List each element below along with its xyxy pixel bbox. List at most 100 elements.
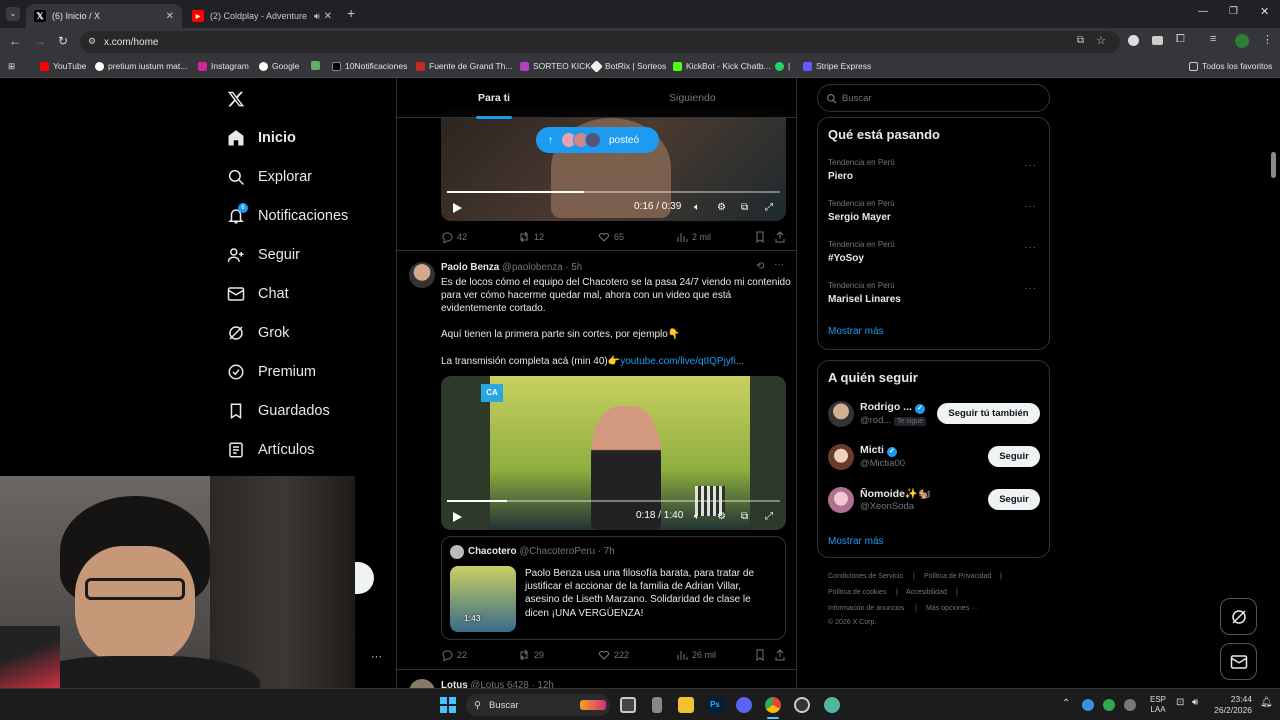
bookmark-star-icon[interactable]: ☆ [1096, 34, 1106, 47]
taskbar-clock[interactable]: 23:44 26/2/2026 [1212, 694, 1252, 716]
play-icon[interactable] [451, 202, 463, 214]
tray-icon[interactable] [1124, 699, 1136, 711]
account-more-icon[interactable]: ··· [371, 651, 382, 663]
extension-icon[interactable] [1128, 35, 1139, 46]
avatar[interactable] [409, 262, 435, 288]
like-button[interactable]: 222 [598, 649, 629, 661]
settings-gear-icon[interactable]: ⚙ [717, 511, 729, 523]
share-button[interactable] [774, 649, 790, 661]
video-progress[interactable] [447, 500, 780, 502]
nav-seguir[interactable]: Seguir [226, 238, 300, 272]
pip-icon[interactable]: ⧉ [741, 202, 753, 214]
views-button[interactable]: 2 mil [676, 231, 711, 243]
follow-back-button[interactable]: Seguir tú también [937, 403, 1040, 424]
bookmark-10notificaciones[interactable]: 10Notificaciones [332, 61, 407, 71]
volume-icon[interactable]: 🔊︎ [1192, 697, 1198, 708]
language-indicator[interactable]: ESP LAA [1150, 695, 1166, 715]
like-button[interactable]: 65 [598, 231, 624, 243]
footer-link[interactable]: Condiciones de Servicio [828, 573, 903, 580]
post-button[interactable] [355, 562, 374, 594]
reply-button[interactable]: 42 [441, 231, 467, 243]
bookmark-sorteo-kick[interactable]: SORTEO KICK [520, 61, 591, 71]
footer-link[interactable]: Información de anuncios [828, 605, 904, 612]
nav-explorar[interactable]: Explorar [226, 160, 312, 194]
trend-item[interactable]: #YoSoy [828, 253, 864, 264]
views-button[interactable]: 26 mil [676, 649, 716, 661]
tab-para-ti[interactable]: Para ti [476, 92, 512, 119]
follow-suggestion[interactable]: Ñomoide✨🐿️ @XeonSoda Seguir [828, 485, 1040, 521]
discord-icon[interactable] [736, 697, 752, 713]
trend-item[interactable]: Marisel Linares [828, 294, 901, 305]
trend-item[interactable]: Piero [828, 171, 853, 182]
chrome-icon[interactable] [765, 697, 781, 713]
address-bar[interactable]: ⚙ x.com/home ⧉ ☆ [80, 31, 1120, 53]
post2-video[interactable]: CA 0:18 / 1:40 🔈︎ ⚙ ⧉ ⤢ [441, 376, 786, 530]
new-posts-pill[interactable]: ↑ posteó [536, 127, 659, 153]
footer-link[interactable]: Accesibilidad [906, 589, 947, 596]
follow-suggestion[interactable]: Micti ✓ @Mictia00 Seguir [828, 442, 1040, 478]
more-options-icon[interactable]: ··· [1024, 242, 1037, 253]
close-tab-icon[interactable]: ✕ [166, 11, 174, 22]
bookmark-unnamed[interactable] [311, 61, 324, 70]
more-options-icon[interactable]: ··· [774, 259, 784, 270]
trend-item[interactable]: Sergio Mayer [828, 212, 891, 223]
author-name[interactable]: Paolo Benza [441, 262, 499, 273]
show-more-link[interactable]: Mostrar más [828, 326, 884, 337]
nav-articulos[interactable]: Artículos [226, 433, 314, 467]
footer-link[interactable]: Política de cookies [828, 589, 886, 596]
footer-link[interactable]: Más opciones ··· [926, 605, 978, 612]
share-button[interactable] [774, 231, 790, 243]
quote-tweet[interactable]: Chacotero @ChacoteroPeru · 7h 1:43 Paolo… [441, 536, 786, 640]
bookmark-kickbot[interactable]: KickBot - Kick Chatb... [673, 61, 771, 71]
windows-start-icon[interactable] [440, 697, 456, 713]
file-explorer-icon[interactable] [678, 697, 694, 713]
fullscreen-icon[interactable]: ⤢ [765, 202, 777, 214]
follow-button[interactable]: Seguir [988, 489, 1040, 510]
taskbar-search[interactable]: ⚲ Buscar [466, 694, 610, 716]
extension-icon[interactable] [1152, 36, 1163, 45]
bookmark-google[interactable]: Google [259, 61, 299, 71]
settings-gear-icon[interactable]: ⚙ [717, 202, 729, 214]
maximize-button[interactable]: ❐ [1229, 6, 1238, 17]
footer-link[interactable]: Política de Privacidad [924, 573, 991, 580]
tab-siguiendo[interactable]: Siguiendo [669, 92, 716, 104]
volume-icon[interactable]: 🔈︎ [694, 511, 706, 523]
bookmark-whatsapp[interactable]: | [775, 61, 790, 71]
close-window-button[interactable]: ✕ [1260, 5, 1269, 18]
grok-floating-button[interactable] [1220, 598, 1257, 635]
show-more-link[interactable]: Mostrar más [828, 536, 884, 547]
bookmark-button[interactable] [754, 649, 770, 661]
nav-premium[interactable]: Premium [226, 355, 316, 389]
tray-chevron-icon[interactable]: ⌃ [1062, 698, 1070, 709]
scrollbar[interactable] [1271, 152, 1276, 178]
nav-notificaciones[interactable]: Notificaciones 6 [226, 199, 348, 233]
nav-grok[interactable]: Grok [226, 316, 289, 350]
volume-icon[interactable]: 🔈︎ [694, 202, 706, 214]
pip-icon[interactable]: ⧉ [741, 511, 753, 523]
author-handle[interactable]: @paolobenza · 5h [502, 262, 582, 273]
repost-button[interactable]: 12 [518, 231, 544, 243]
nav-chat[interactable]: Chat [226, 277, 289, 311]
repost-button[interactable]: 29 [518, 649, 544, 661]
youtube-link[interactable]: youtube.com/live/qtIQPjyfi... [620, 356, 744, 367]
reply-button[interactable]: 22 [441, 649, 467, 661]
follow-suggestion[interactable]: Rodrigo ... ✓ @rod... Te sigue Seguir tú… [828, 399, 1040, 435]
network-icon[interactable]: ⊡ [1176, 697, 1184, 708]
install-icon[interactable]: ⧉ [1077, 35, 1084, 46]
minimize-button[interactable]: — [1198, 6, 1208, 17]
search-input[interactable]: Buscar [817, 84, 1050, 112]
photoshop-icon[interactable]: Ps [707, 697, 723, 713]
close-tab-icon[interactable]: ✕ [324, 11, 332, 22]
nav-inicio[interactable]: Inicio [226, 121, 296, 155]
obs-icon[interactable] [794, 697, 810, 713]
media-icon[interactable]: ≡ [1210, 33, 1216, 45]
post1-video[interactable]: 0:16 / 0:39 🔈︎ ⚙ ⧉ ⤢ [441, 108, 786, 221]
avatar[interactable] [409, 679, 435, 688]
all-bookmarks[interactable]: Todos los favoritos [1189, 61, 1272, 71]
app-icon[interactable] [824, 697, 840, 713]
more-options-icon[interactable]: ··· [1024, 283, 1037, 294]
bookmark-youtube[interactable]: YouTube [40, 61, 86, 71]
forward-icon[interactable]: → [34, 34, 46, 48]
reload-icon[interactable]: ↻ [58, 34, 68, 48]
nav-guardados[interactable]: Guardados [226, 394, 330, 428]
